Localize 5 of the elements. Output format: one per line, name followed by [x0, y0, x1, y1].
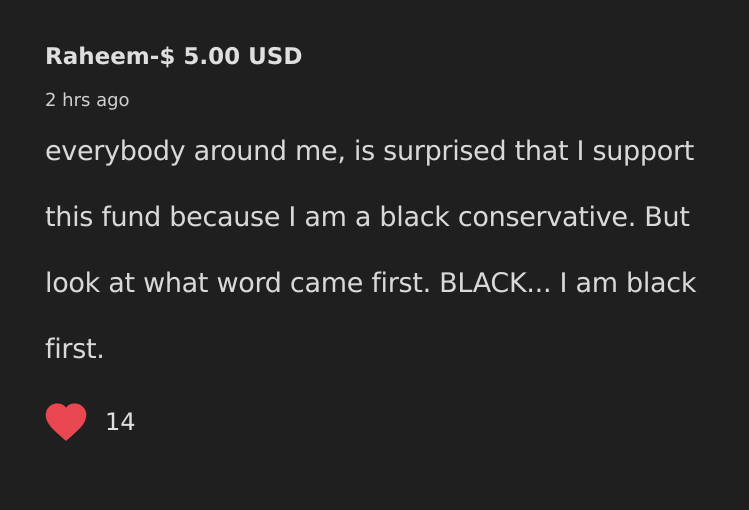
- comment-body: everybody around me, is surprised that I support this fund because I am a black conservative. But look at what word came first. BLACK... I am black first.: [45, 134, 698, 367]
- heart-icon[interactable]: [45, 402, 87, 441]
- like-count: 14: [105, 408, 136, 436]
- comment-author: Raheem-$ 5.00 USD: [45, 44, 304, 72]
- comment-time: 2 hrs ago: [45, 90, 131, 111]
